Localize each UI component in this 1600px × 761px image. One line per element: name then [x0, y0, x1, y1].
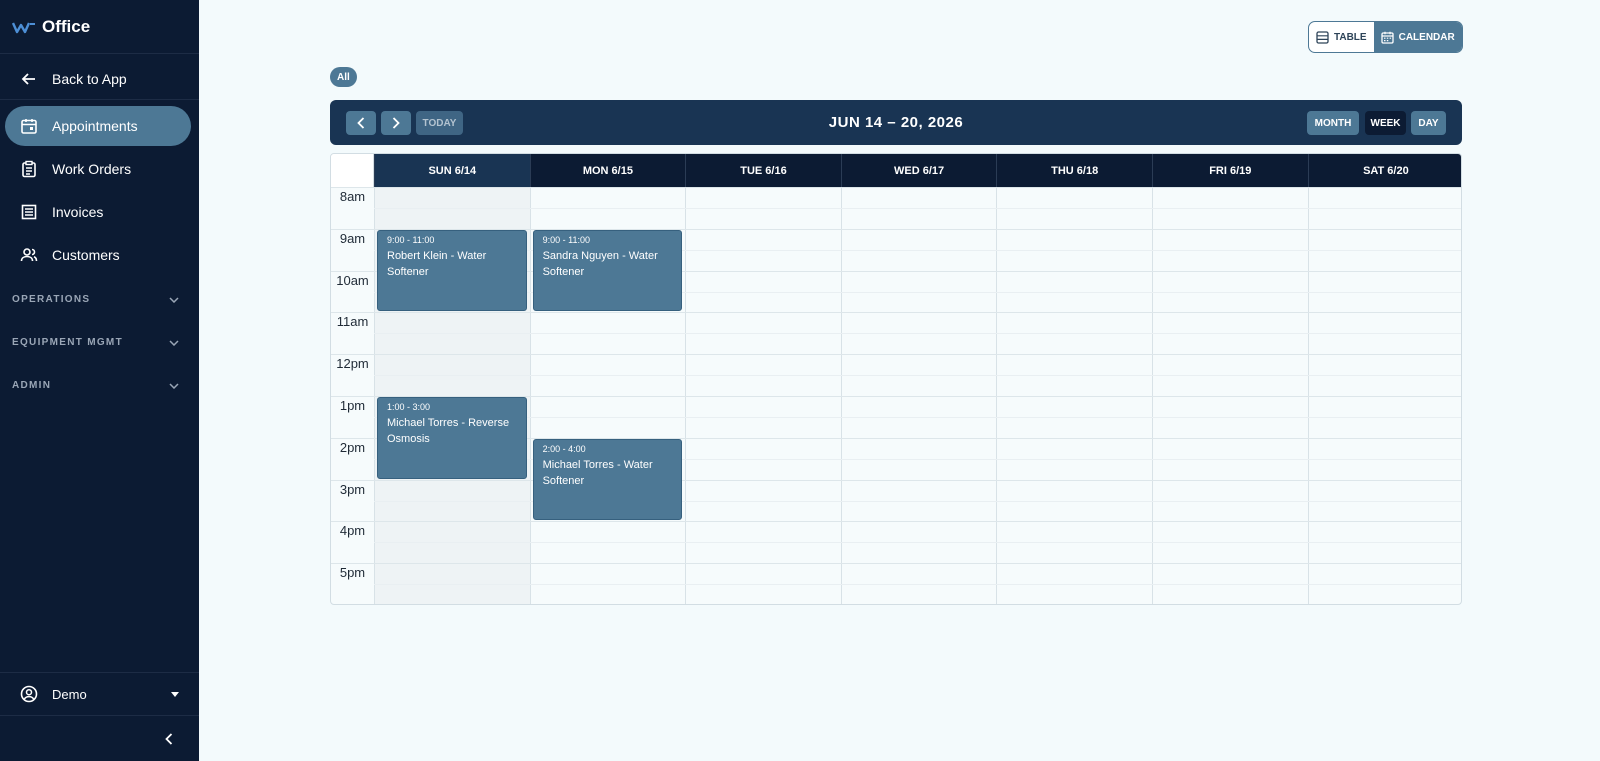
next-button[interactable]: [381, 111, 411, 135]
day-header[interactable]: TUE 6/16: [685, 154, 841, 187]
calendar-icon: [20, 117, 38, 135]
sidebar-item-appointments[interactable]: Appointments: [5, 106, 191, 146]
nav-group-label: OPERATIONS: [12, 294, 91, 305]
event-time: 1:00 - 3:00: [387, 402, 431, 412]
hour-line: [331, 563, 1461, 565]
half-hour-line: [374, 333, 1461, 335]
nav-group-equipment-mgmt[interactable]: EQUIPMENT MGMT: [0, 321, 199, 364]
calendar-view-label: CALENDAR: [1398, 31, 1455, 43]
calendar-toolbar: JUN 14 – 20, 2026 TODAY MONTH WEEK DAY: [330, 100, 1462, 145]
chevron-down-icon: [169, 296, 179, 303]
half-hour-line: [374, 207, 1461, 209]
appointment-event[interactable]: 9:00 - 11:00 Sandra Nguyen - Water Soften…: [532, 229, 683, 312]
caret-down-icon: [171, 691, 179, 697]
time-label: 3pm: [339, 481, 366, 497]
half-hour-line: [374, 416, 1461, 418]
time-label: 2pm: [339, 439, 366, 455]
week-view-button[interactable]: WEEK: [1365, 111, 1406, 135]
day-header[interactable]: THU 6/18: [996, 154, 1152, 187]
filter-chip-all[interactable]: All: [330, 67, 357, 87]
event-time: 9:00 - 11:00: [542, 234, 590, 245]
time-label: 12pm: [336, 356, 369, 372]
event-title: Michael Torres - Reverse Osmosis: [387, 417, 510, 445]
chevron-left-icon: [165, 733, 173, 745]
sidebar-item-label: Customers: [52, 247, 120, 263]
grid-corner: [331, 154, 374, 187]
logo-icon: [12, 22, 35, 33]
chevron-left-icon: [357, 117, 365, 129]
table-view-button[interactable]: TABLE: [1309, 22, 1374, 52]
sidebar: Office Back to App Appointments Work Ord…: [0, 0, 199, 761]
user-menu[interactable]: Demo: [0, 672, 199, 716]
table-view-label: TABLE: [1334, 31, 1367, 43]
appointment-event[interactable]: 1:00 - 3:00 Michael Torres - Reverse Osmo…: [377, 397, 527, 479]
user-circle-icon: [20, 685, 38, 703]
prev-button[interactable]: [346, 111, 376, 135]
day-header[interactable]: SUN 6/14: [374, 154, 530, 187]
half-hour-line: [374, 375, 1461, 377]
day-header[interactable]: SAT 6/20: [1307, 154, 1461, 187]
hour-line: [331, 521, 1461, 523]
event-title: Michael Torres - Water Softener: [542, 458, 653, 487]
collapse-sidebar-button[interactable]: [159, 729, 179, 749]
calendar-title: JUN 14 – 20, 2026: [828, 114, 964, 131]
calendar-view-button[interactable]: CALENDAR: [1373, 22, 1462, 52]
sidebar-item-work-orders[interactable]: Work Orders: [0, 149, 199, 189]
nav-group-label: ADMIN: [12, 380, 52, 391]
day-view-button[interactable]: DAY: [1411, 111, 1446, 135]
hour-line: [331, 187, 1461, 188]
appointment-event[interactable]: 9:00 - 11:00 Robert Klein - Water Softene…: [377, 229, 527, 312]
time-label: 9am: [339, 230, 366, 246]
chevron-right-icon: [392, 117, 400, 129]
event-title: Robert Klein - Water Softener: [387, 249, 487, 278]
sidebar-item-customers[interactable]: Customers: [0, 235, 199, 275]
chevron-down-icon: [169, 382, 179, 389]
brand: Office: [0, 0, 199, 54]
nav-group-label: EQUIPMENT MGMT: [12, 337, 123, 348]
event-time: 2:00 - 4:00: [542, 443, 586, 454]
calendar-icon: [1380, 31, 1394, 44]
user-name: Demo: [52, 686, 87, 702]
appointment-event[interactable]: 2:00 - 4:00 Michael Torres - Water Soften…: [532, 438, 683, 521]
sidebar-item-label: Invoices: [52, 204, 104, 220]
sidebar-item-invoices[interactable]: Invoices: [0, 192, 199, 232]
chevron-down-icon: [169, 339, 179, 346]
nav-group-operations[interactable]: OPERATIONS: [0, 278, 199, 321]
clipboard-icon: [20, 160, 38, 178]
time-label: 5pm: [339, 565, 366, 581]
back-to-app-link[interactable]: Back to App: [0, 58, 199, 100]
brand-name: Office: [42, 16, 91, 36]
day-header[interactable]: WED 6/17: [840, 154, 997, 187]
time-label: 1pm: [339, 398, 366, 413]
hour-line: [331, 354, 1461, 356]
half-hour-line: [374, 542, 1461, 544]
day-header[interactable]: MON 6/15: [529, 154, 686, 187]
time-label: 10am: [336, 272, 369, 288]
half-hour-line: [374, 584, 1461, 586]
nav-group-admin[interactable]: ADMIN: [0, 364, 199, 407]
sidebar-item-label: Appointments: [52, 118, 138, 134]
calendar-grid: SUN 6/14 MON 6/15 TUE 6/16 WED 6/17 THU 6/18…: [330, 153, 1462, 605]
hour-line: [331, 479, 1461, 481]
time-label: 8am: [339, 189, 366, 204]
time-label: 11am: [336, 314, 369, 330]
invoice-icon: [20, 203, 38, 221]
table-icon: [1316, 30, 1329, 44]
month-view-button[interactable]: MONTH: [1307, 111, 1359, 135]
arrow-left-icon: [20, 70, 38, 88]
time-label: 4pm: [339, 523, 366, 539]
people-icon: [20, 246, 38, 264]
view-toggle: TABLE CALENDAR: [1308, 21, 1463, 53]
back-to-app-label: Back to App: [52, 70, 127, 87]
event-title: Sandra Nguyen - Water Softener: [542, 249, 658, 278]
today-button[interactable]: TODAY: [416, 111, 463, 135]
day-header[interactable]: FRI 6/19: [1152, 154, 1308, 187]
sidebar-item-label: Work Orders: [52, 161, 132, 177]
hour-line: [331, 312, 1461, 314]
event-time: 9:00 - 11:00: [387, 234, 435, 245]
